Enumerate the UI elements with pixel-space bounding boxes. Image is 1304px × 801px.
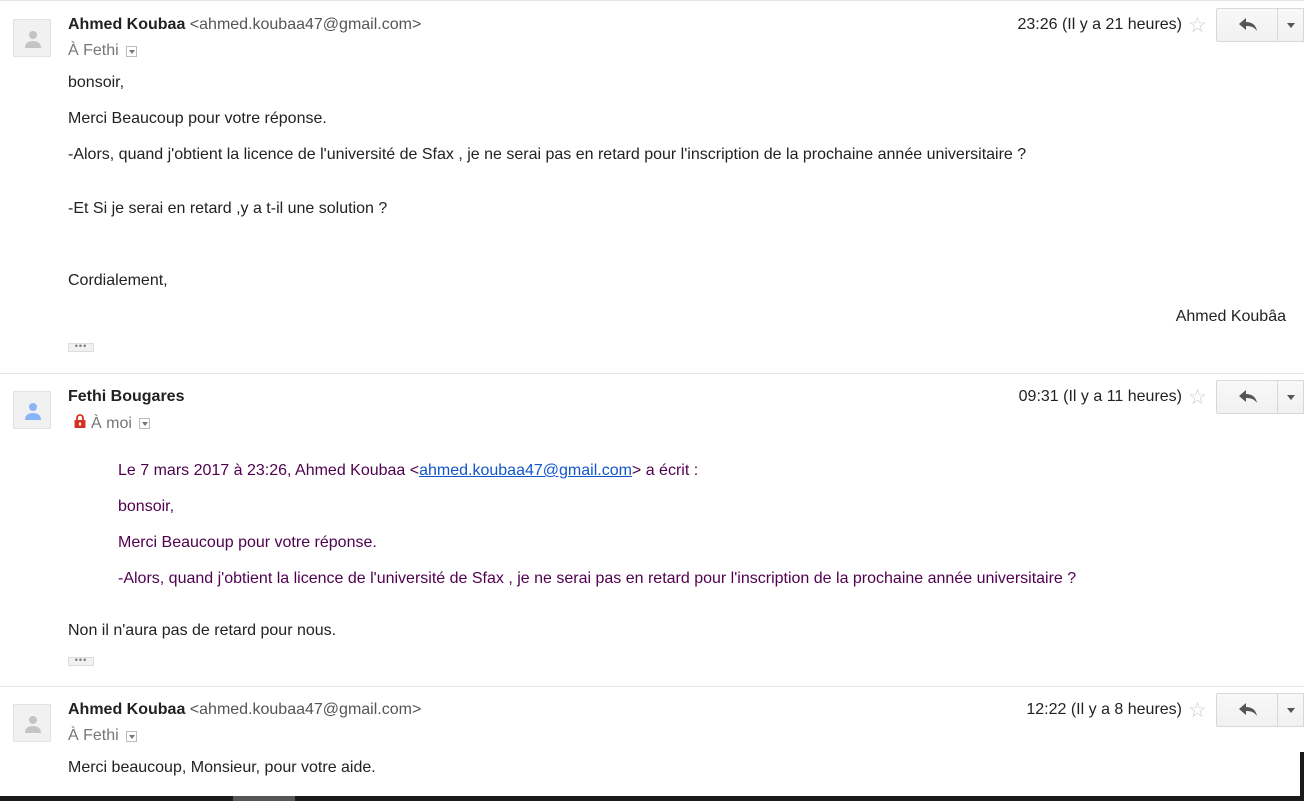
window-edge (1300, 752, 1304, 796)
quoted-line: -Alors, quand j'obtient la licence de l'… (118, 570, 1077, 587)
person-icon (25, 31, 41, 48)
quote-header-prefix: Le 7 mars 2017 à 23:26, Ahmed Koubaa < (118, 462, 420, 479)
sender-avatar (13, 704, 51, 742)
body-line: Cordialement, (68, 272, 168, 289)
sender-name[interactable]: Ahmed Koubaa (68, 701, 185, 718)
sender-email: <ahmed.koubaa47@gmail.com> (189, 16, 422, 33)
recipient-label: À Fethi (68, 727, 119, 744)
scrollbar-thumb[interactable] (233, 796, 295, 801)
show-trimmed-content-button[interactable]: ••• (68, 342, 94, 352)
recipient-line[interactable]: À moi (68, 414, 150, 433)
body-line: Merci Beaucoup pour votre réponse. (68, 110, 327, 127)
person-icon (25, 716, 41, 733)
recipient-line[interactable]: À Fethi (68, 42, 137, 60)
sender-name-line[interactable]: Ahmed Koubaa <ahmed.koubaa47@gmail.com> (68, 16, 421, 34)
message-time: 12:22 (Il y a 8 heures) (1026, 701, 1182, 718)
person-icon (25, 403, 41, 420)
reply-icon (1239, 703, 1257, 716)
reply-icon (1239, 18, 1257, 31)
recipient-label: À Fethi (68, 42, 119, 59)
reply-icon (1239, 390, 1257, 403)
sender-name[interactable]: Ahmed Koubaa (68, 16, 185, 33)
quote-header-suffix: > a écrit : (631, 462, 699, 479)
show-trimmed-content-button[interactable]: ••• (68, 656, 94, 666)
body-line: -Et Si je serai en retard ,y a t-il une … (68, 200, 388, 217)
more-actions-button[interactable] (1277, 380, 1304, 414)
message-time: 23:26 (Il y a 21 heures) (1017, 16, 1182, 33)
sender-name[interactable]: Fethi Bougares (68, 388, 184, 405)
quoted-email-link[interactable]: ahmed.koubaa47@gmail.com (419, 462, 632, 479)
sender-email: <ahmed.koubaa47@gmail.com> (189, 701, 422, 718)
body-line: Non il n'aura pas de retard pour nous. (68, 622, 337, 639)
more-actions-button[interactable] (1277, 8, 1304, 42)
quote-header: Le 7 mars 2017 à 23:26, Ahmed Koubaa <ah… (118, 462, 698, 480)
lock-icon (74, 414, 86, 433)
star-icon[interactable]: ☆ (1188, 15, 1207, 37)
reply-button[interactable] (1216, 8, 1278, 42)
sender-name-line[interactable]: Ahmed Koubaa <ahmed.koubaa47@gmail.com> (68, 701, 421, 719)
horizontal-scrollbar[interactable] (0, 796, 1304, 801)
reply-button[interactable] (1216, 380, 1278, 414)
details-dropdown-icon[interactable] (125, 45, 137, 57)
star-icon[interactable]: ☆ (1188, 387, 1207, 409)
recipient-label: À moi (91, 414, 132, 432)
details-dropdown-icon[interactable] (138, 418, 150, 429)
sender-avatar (13, 19, 51, 57)
more-actions-button[interactable] (1277, 693, 1304, 727)
sender-name-line[interactable]: Fethi Bougares (68, 388, 184, 406)
message-divider (0, 686, 1304, 687)
quoted-line: Merci Beaucoup pour votre réponse. (118, 534, 377, 551)
star-icon[interactable]: ☆ (1188, 700, 1207, 722)
message-divider (0, 373, 1304, 374)
signature: Ahmed Koubâa (1175, 308, 1286, 325)
reply-button[interactable] (1216, 693, 1278, 727)
sender-avatar (13, 391, 51, 429)
message-divider (0, 0, 1304, 1)
body-line: bonsoir, (68, 74, 125, 91)
message-time: 09:31 (Il y a 11 heures) (1018, 388, 1182, 405)
quoted-line: bonsoir, (118, 498, 175, 515)
recipient-line[interactable]: À Fethi (68, 727, 137, 745)
details-dropdown-icon[interactable] (125, 730, 137, 742)
body-line: -Alors, quand j'obtient la licence de l'… (68, 146, 1027, 163)
body-line: Merci beaucoup, Monsieur, pour votre aid… (68, 759, 376, 776)
